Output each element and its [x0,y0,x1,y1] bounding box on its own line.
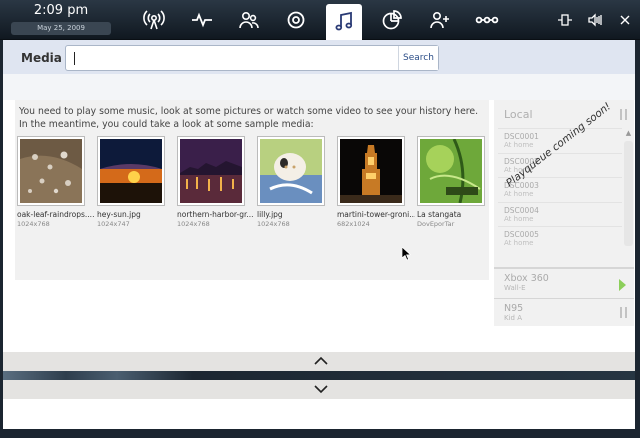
media-name: martini-tower-groni... [337,210,415,219]
media-dims: 1024x768 [257,220,290,228]
clock: 2:09 pm May 25, 2009 [10,2,112,36]
pause-icon[interactable] [620,307,628,318]
music-icon[interactable] [326,4,362,40]
target-icon[interactable] [278,2,314,38]
mouse-pointer-icon [402,247,411,261]
search-input[interactable] [70,49,398,67]
item-location: At home [504,239,534,247]
broadcast-icon[interactable] [136,2,172,38]
device-sub: Wall-E [504,284,526,292]
people-icon[interactable] [231,2,267,38]
list-item[interactable]: DSC0005 At home [498,226,622,251]
chevron-up-icon[interactable] [314,356,328,366]
local-title: Local [504,108,533,121]
pie-chart-icon[interactable] [374,2,410,38]
history-message: You need to play some music, look at som… [19,106,479,130]
media-item[interactable]: hey-sun.jpg 1024x747 [97,136,173,228]
media-name: northern-harbor-gr... [177,210,254,219]
scroll-up-icon[interactable]: ▲ [624,128,633,139]
device-sub: Kid A [504,314,522,322]
media-dims: 682x1024 [337,220,370,228]
network-icon[interactable] [557,12,573,28]
volume-icon[interactable] [587,12,603,28]
media-name: oak-leaf-raindrops.... [17,210,95,219]
pause-icon[interactable] [620,109,628,120]
clock-date: May 25, 2009 [11,22,111,35]
text-cursor [74,52,75,65]
device-name: Xbox 360 [504,273,549,284]
media-item[interactable]: oak-leaf-raindrops.... 1024x768 [17,136,95,228]
chevron-down-icon[interactable] [314,384,328,394]
thumbnail[interactable] [177,136,245,206]
device-name: N95 [504,303,524,314]
media-item[interactable]: northern-harbor-gr... 1024x768 [177,136,254,228]
top-bar: 2:09 pm May 25, 2009 [0,0,640,40]
media-name: hey-sun.jpg [97,210,141,219]
playqueue-sidebar: Local DSC0001 At home DSC0002 At home DS… [494,100,634,326]
options-icon[interactable] [469,2,505,38]
close-icon[interactable] [617,12,633,28]
search-label: Media [21,51,62,65]
media-panel: Media Search You need to play some music… [3,40,635,370]
media-name: La stangata [417,210,462,219]
media-dims: DovEporTar [417,220,455,228]
clock-time: 2:09 pm [33,3,89,18]
add-contact-icon[interactable] [421,2,457,38]
media-item[interactable]: lilly.jpg 1024x768 [257,136,333,228]
item-name: DSC0004 [504,205,539,215]
scroll-thumb[interactable] [624,141,633,246]
search-bar: Media Search [3,40,635,74]
media-name: lilly.jpg [257,210,283,219]
thumbnail[interactable] [337,136,405,206]
search-button[interactable]: Search [398,46,438,70]
background-strip [3,371,635,380]
device-xbox[interactable]: Xbox 360 Wall-E [494,268,634,298]
media-item[interactable]: La stangata DovEporTar [417,136,493,228]
media-item[interactable]: martini-tower-groni... 682x1024 [337,136,415,228]
media-dims: 1024x768 [177,220,210,228]
thumbnail[interactable] [257,136,325,206]
play-icon[interactable] [619,279,626,291]
device-n95[interactable]: N95 Kid A [494,298,634,328]
media-dims: 1024x768 [17,220,50,228]
item-name: DSC0003 [504,181,539,190]
thumbnail[interactable] [17,136,85,206]
expand-drawer[interactable] [3,352,635,371]
thumbnail[interactable] [97,136,165,206]
history-area: You need to play some music, look at som… [15,100,489,280]
activity-icon[interactable] [184,2,220,38]
scrollbar[interactable]: ▲ [624,128,633,266]
collapse-drawer[interactable] [3,380,635,399]
bottom-panel [3,399,635,429]
item-location: At home [504,190,534,198]
media-dims: 1024x747 [97,220,130,228]
item-name: DSC0002 [504,156,539,166]
item-location: At home [504,214,534,223]
search-box: Search [65,45,439,71]
search-band [3,74,635,100]
list-item[interactable]: DSC0004 At home [498,201,622,227]
local-section: Local DSC0001 At home DSC0002 At home DS… [494,100,634,268]
thumbnail[interactable] [417,136,485,206]
item-name: DSC0005 [504,230,539,239]
